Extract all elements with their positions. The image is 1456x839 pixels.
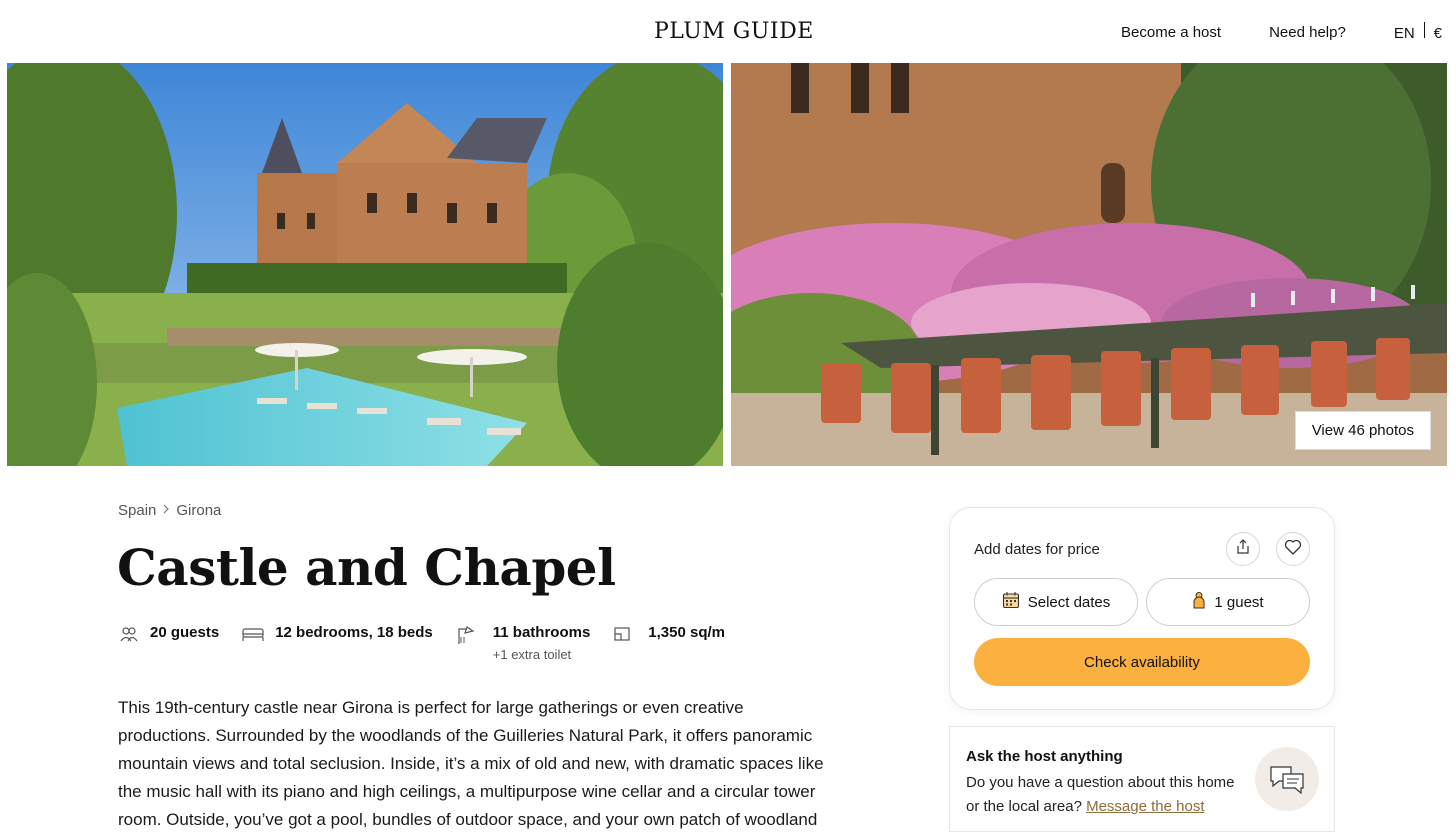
become-host-link[interactable]: Become a host <box>1121 24 1221 41</box>
share-icon <box>1235 538 1251 560</box>
bathrooms-value: 11 bathrooms <box>492 624 591 641</box>
area-value: 1,350 sq/m <box>648 624 726 641</box>
ask-host-title: Ask the host anything <box>966 748 1123 765</box>
check-availability-button[interactable]: Check availability <box>974 638 1310 686</box>
chat-icon <box>1255 747 1319 811</box>
ask-host-card: Ask the host anything Do you have a ques… <box>949 726 1335 832</box>
currency-label: € <box>1433 25 1442 42</box>
bedrooms-value: 12 bedrooms, 18 beds <box>275 624 433 641</box>
guests-icon <box>118 625 140 643</box>
guests-selector[interactable]: 1 guest <box>1146 578 1310 626</box>
person-icon <box>1192 591 1214 613</box>
area-stat: 1,350 sq/m <box>612 624 725 643</box>
extra-toilet-note: +1 extra toilet <box>492 647 572 662</box>
chevron-right-icon <box>162 504 170 517</box>
guests-value: 20 guests <box>150 624 220 641</box>
top-nav: Become a host Need help? EN € <box>1073 22 1442 42</box>
breadcrumb-city[interactable]: Girona <box>176 502 221 519</box>
favorite-button[interactable] <box>1276 532 1310 566</box>
view-photos-button[interactable]: View 46 photos <box>1294 411 1431 450</box>
bedrooms-stat: 12 bedrooms, 18 beds <box>241 624 433 643</box>
lang-divider <box>1423 22 1425 38</box>
photo-gallery: View 46 photos <box>7 63 1447 466</box>
bed-icon <box>241 625 265 643</box>
need-help-link[interactable]: Need help? <box>1269 24 1346 41</box>
bathrooms-text: 11 bathrooms +1 extra toilet <box>493 624 591 662</box>
share-button[interactable] <box>1226 532 1260 566</box>
calendar-icon <box>1002 591 1028 613</box>
booking-card: Add dates for price Select dates 1 guest… <box>949 507 1335 710</box>
ask-host-text: Do you have a question about this home o… <box>966 771 1236 819</box>
listing-description: This 19th-century castle near Girona is … <box>118 698 824 829</box>
castle-photo[interactable] <box>7 63 723 466</box>
select-dates-label: Select dates <box>1027 593 1111 611</box>
guests-stat: 20 guests <box>118 624 219 643</box>
dining-terrace-photo[interactable]: View 46 photos <box>731 63 1447 466</box>
listing-stats: 20 guests 12 bedrooms, 18 beds 11 bathro… <box>118 624 747 662</box>
plum-guide-logo[interactable]: PLUM GUIDE <box>654 19 814 44</box>
breadcrumb: Spain Girona <box>118 502 221 519</box>
heart-icon <box>1284 539 1302 560</box>
select-dates-button[interactable]: Select dates <box>974 578 1138 626</box>
top-header: PLUM GUIDE Become a host Need help? EN € <box>0 0 1456 63</box>
shower-icon <box>455 625 477 644</box>
bathrooms-stat: 11 bathrooms +1 extra toilet <box>455 624 591 662</box>
add-dates-label: Add dates for price <box>974 541 1100 558</box>
message-host-link[interactable]: Message the host <box>1086 798 1204 815</box>
breadcrumb-country[interactable]: Spain <box>118 502 156 519</box>
listing-title: Castle and Chapel <box>117 538 616 597</box>
guests-count-label: 1 guest <box>1214 593 1264 611</box>
language-label: EN <box>1393 25 1415 42</box>
language-selector[interactable]: EN € <box>1394 22 1442 42</box>
area-icon <box>612 625 634 643</box>
